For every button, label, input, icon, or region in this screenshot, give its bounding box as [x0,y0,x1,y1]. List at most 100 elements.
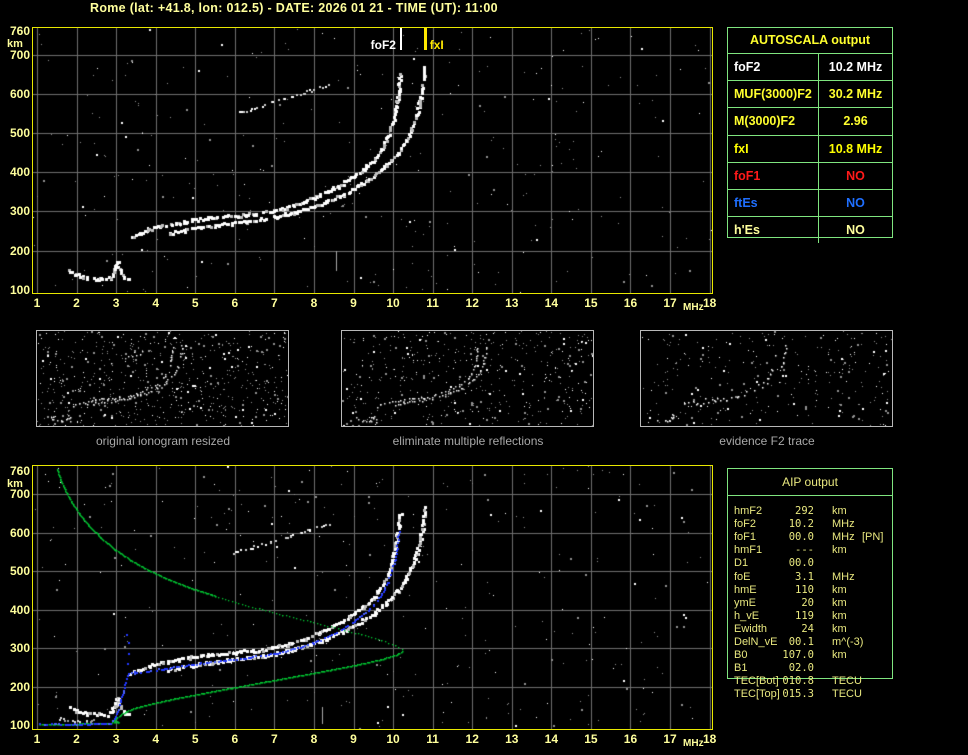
autoscala-row-value: 2.96 [843,114,868,129]
x-axis-unit-label: MHz [683,738,704,749]
x-tick-label: 8 [310,732,318,746]
aip-parameter-unit: MHz [832,570,855,583]
x-tick-label: 16 [623,296,638,310]
x-tick-label: 2 [73,732,80,746]
autoscala-row-label: fxI [728,135,819,162]
aip-parameter-unit: km [832,583,847,596]
aip-row: h_vE 119 km [728,610,894,623]
x-tick-label: 3 [112,296,120,310]
thumbnail-f2-trace [640,330,893,427]
y-tick-label: 300 [9,641,30,656]
aip-parameter-unit: km [832,544,847,557]
aip-table-title: AIP output [728,469,892,496]
autoscala-row-value: NO [846,196,865,211]
y-tick-label: 760 [9,24,30,39]
y-tick-label: 300 [9,204,30,219]
aip-parameter-name: h_vE [734,609,760,622]
thumbnail-caption-eliminate: eliminate multiple reflections [392,434,544,448]
x-tick-label: 2 [73,296,80,310]
x-tick-label: 17 [663,296,677,310]
x-tick-label: 13 [505,296,519,310]
aip-parameter-unit: km [832,596,847,609]
x-tick-label: 13 [505,732,519,746]
aip-parameter-name: Ewidth [734,622,768,635]
aip-row: hmF2 292 km [728,505,894,518]
aip-parameter-value: 3.1 [795,570,814,583]
aip-row: Ewidth 24 km [728,623,894,636]
x-tick-label: 11 [426,732,439,746]
y-axis-unit-label: km [7,478,23,490]
aip-row: D1 00.0 [728,557,894,570]
aip-parameter-unit: km [832,505,847,517]
autoscala-row-value: 10.2 MHz [828,60,883,75]
aip-parameter-name: foF1 [734,531,757,544]
y-tick-label: 500 [9,564,30,579]
top-ionogram-canvas [33,28,712,293]
y-tick-label: 700 [9,47,30,62]
autoscala-row: ftEs NO [728,189,892,218]
autoscala-output-table: AUTOSCALA output foF2 10.2 MHz MUF(3000)F2… [727,27,893,244]
aip-parameter-unit: km [832,609,847,622]
x-tick-label: 5 [191,296,199,310]
aip-parameter-unit: TECU [832,688,862,701]
station-title: Rome (lat: +41.8, lon: 012.5) - DATE: 20… [90,1,498,15]
autoscala-output-screen: Rome (lat: +41.8, lon: 012.5) - DATE: 20… [0,0,968,755]
aip-row: DelN_vE 00.1 m^(-3) [728,636,894,649]
fxi-marker-label: fxI [429,38,444,52]
aip-parameter-value: 00.0 [788,531,814,544]
aip-parameter-value: 015.3 [782,688,814,701]
y-tick-label: 500 [9,126,30,141]
aip-parameter-unit: MHz [832,518,855,531]
aip-parameter-value: 110 [795,583,814,596]
aip-row: TEC[Bot] 010.8 TECU [728,675,894,688]
aip-parameter-unit: MHz [832,531,855,544]
aip-parameter-value: 02.0 [788,662,814,675]
bottom-ionogram-canvas [33,466,712,729]
x-tick-label: 15 [584,296,598,310]
x-tick-label: 6 [231,296,239,310]
thumbnail-eliminate-reflections [341,330,594,427]
x-tick-label: 9 [350,732,357,746]
aip-parameter-name: D1 [734,557,749,570]
aip-row: foF1 00.0 MHz [PN] [728,531,894,544]
aip-parameter-unit: km [832,649,847,662]
x-axis-unit-label: MHz [683,302,704,313]
autoscala-row: foF1 NO [728,162,892,190]
aip-row: TEC[Top] 015.3 TECU [728,688,894,701]
x-tick-label: 3 [112,732,120,746]
fof2-marker-label: foF2 [370,38,396,52]
y-tick-label: 760 [9,464,30,478]
aip-parameter-value: --- [795,544,814,557]
aip-parameter-name: foE [734,570,751,583]
aip-parameter-value: 24 [801,622,814,635]
autoscala-row-value: NO [846,168,865,183]
aip-parameter-name: ymE [734,596,756,609]
aip-parameter-name: hmF2 [734,505,763,517]
y-tick-label: 200 [9,679,30,694]
x-tick-label: 4 [152,732,159,746]
aip-parameter-value: 10.2 [788,518,814,531]
x-tick-label: 6 [231,732,239,746]
autoscala-table-rows: foF2 10.2 MHz MUF(3000)F2 30.2 MHz M(3000)F2… [728,54,892,244]
aip-parameter-value: 00.0 [788,557,814,570]
autoscala-row-label: M(3000)F2 [728,108,819,135]
x-tick-label: 11 [426,296,439,310]
x-tick-label: 15 [584,732,598,746]
aip-parameter-unit: TECU [832,675,862,688]
y-tick-label: 400 [9,602,30,617]
autoscala-row: M(3000)F2 2.96 [728,108,892,136]
autoscala-row: fxI 10.8 MHz [728,135,892,163]
x-tick-label: 10 [386,732,400,746]
aip-parameter-unit: km [832,622,847,635]
x-tick-label: 12 [465,732,479,746]
x-tick-label: 14 [544,296,559,310]
aip-parameter-value: 00.1 [788,636,814,648]
y-tick-label: 100 [9,282,30,297]
aip-parameter-note: [PN] [862,531,884,544]
x-tick-label: 17 [663,732,677,746]
thumbnail-caption-f2: evidence F2 trace [719,434,815,448]
y-axis-unit-label: km [7,38,23,51]
autoscala-row-label: foF2 [728,54,819,81]
autoscala-row-label: h'Es [728,217,819,244]
x-tick-label: 1 [33,732,41,746]
